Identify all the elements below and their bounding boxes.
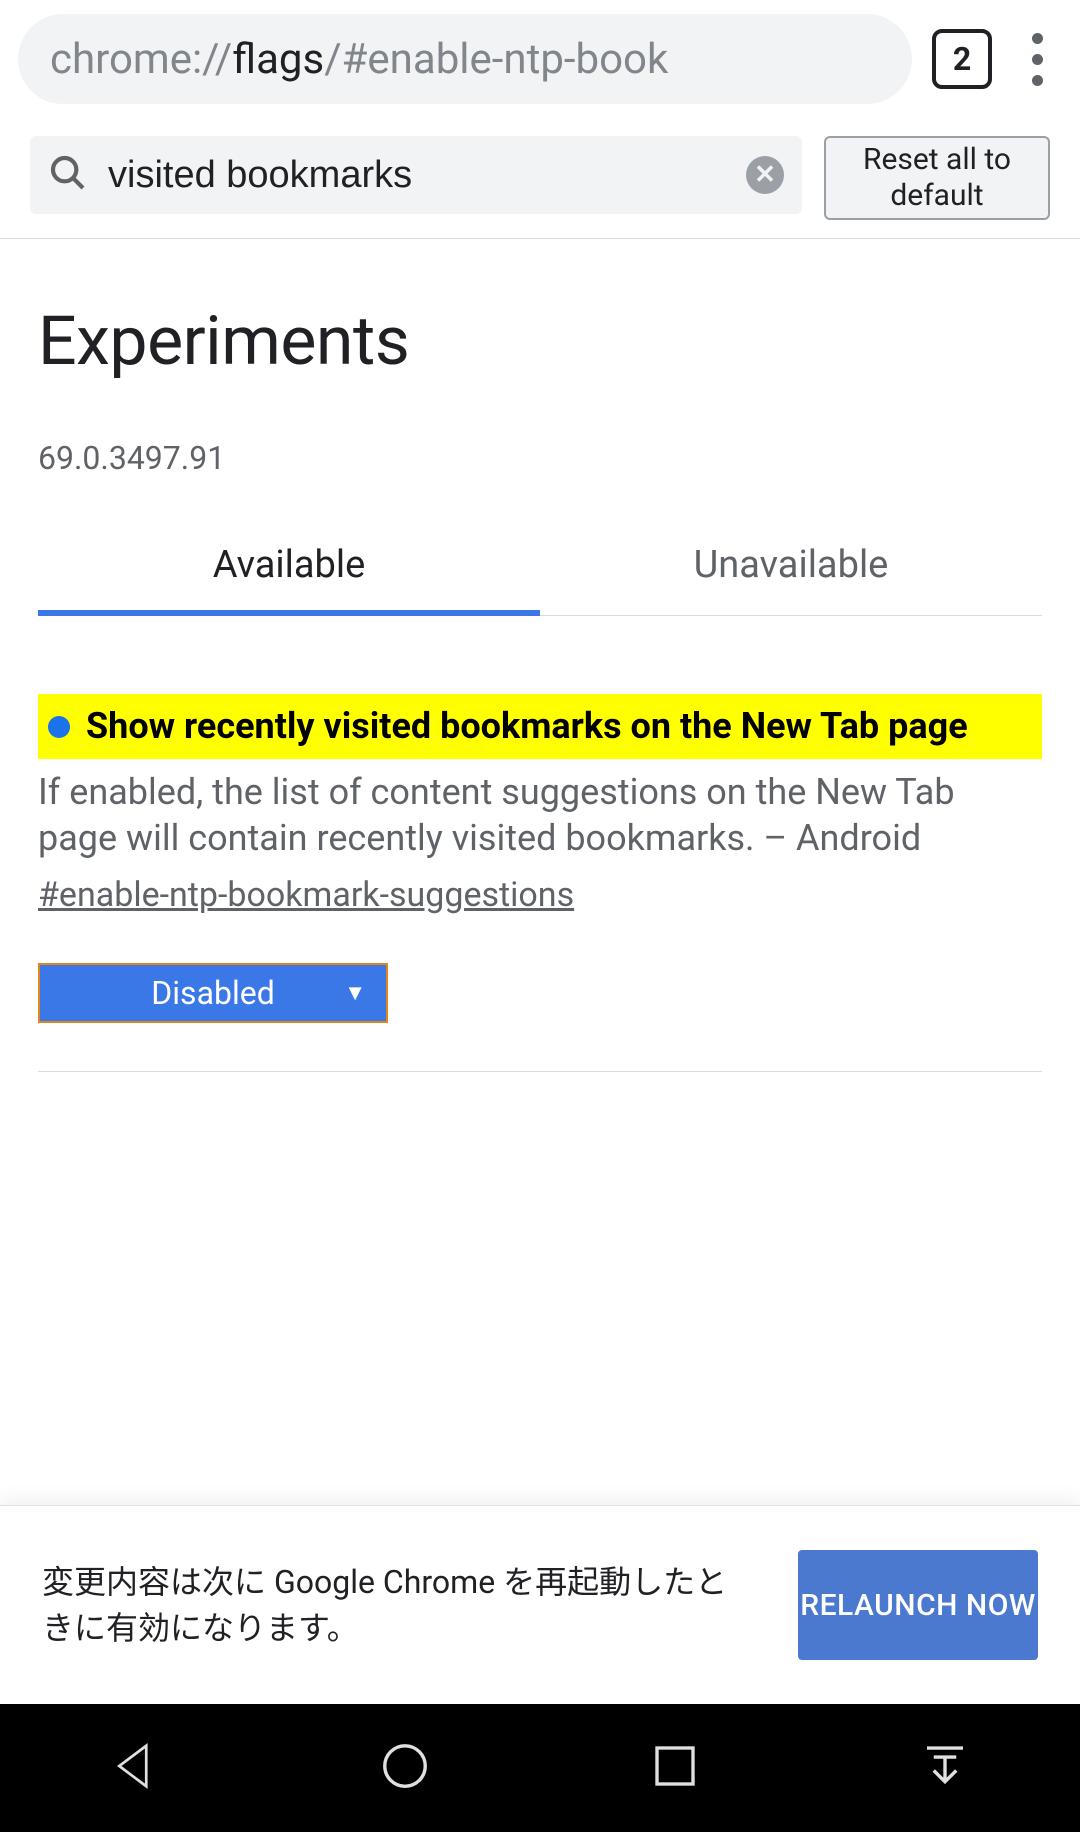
page-title: Experiments	[38, 301, 1042, 381]
version-label: 69.0.3497.91	[38, 439, 1042, 477]
relaunch-message: 変更内容は次に Google Chrome を再起動したときに有効になります。	[42, 1559, 758, 1652]
flag-item: Show recently visited bookmarks on the N…	[38, 694, 1042, 1072]
browser-top-bar: chrome://flags/#enable-ntp-book 2	[0, 0, 1080, 118]
flag-description: If enabled, the list of content suggesti…	[38, 769, 1042, 861]
relaunch-label: RELAUNCH NOW	[800, 1586, 1036, 1625]
nav-home-icon[interactable]	[378, 1739, 432, 1797]
search-icon	[48, 153, 88, 197]
nav-download-icon[interactable]	[918, 1739, 972, 1797]
flag-id-link[interactable]: #enable-ntp-bookmark-suggestions	[38, 875, 574, 915]
tab-count: 2	[953, 40, 971, 78]
flag-title-highlight: Show recently visited bookmarks on the N…	[38, 694, 1042, 759]
tab-switcher-button[interactable]: 2	[932, 29, 992, 89]
flag-state-select[interactable]: Disabled ▼	[38, 963, 388, 1023]
url-path: /#enable-ntp-book	[324, 35, 668, 84]
divider	[38, 1071, 1042, 1072]
search-box[interactable]: ✕	[30, 136, 802, 214]
tab-unavailable-label: Unavailable	[694, 543, 889, 587]
tab-available[interactable]: Available	[38, 521, 540, 615]
nav-recents-icon[interactable]	[648, 1739, 702, 1797]
dropdown-caret-icon: ▼	[344, 980, 366, 1006]
page-content: Experiments 69.0.3497.91 Available Unava…	[0, 239, 1080, 1072]
clear-search-icon[interactable]: ✕	[746, 156, 784, 194]
flag-title: Show recently visited bookmarks on the N…	[86, 704, 968, 749]
reset-all-label: Reset all to default	[836, 142, 1038, 214]
tab-available-label: Available	[213, 543, 366, 587]
overflow-menu-icon[interactable]	[1012, 29, 1062, 89]
relaunch-banner: 変更内容は次に Google Chrome を再起動したときに有効になります。 …	[0, 1505, 1080, 1704]
flag-modified-dot-icon	[48, 716, 70, 738]
tab-unavailable[interactable]: Unavailable	[540, 521, 1042, 615]
tabs-row: Available Unavailable	[38, 521, 1042, 616]
relaunch-button[interactable]: RELAUNCH NOW	[798, 1550, 1038, 1660]
nav-back-icon[interactable]	[108, 1739, 162, 1797]
search-input[interactable]	[108, 154, 726, 197]
flag-state-value: Disabled	[151, 974, 274, 1012]
url-host: flags	[232, 35, 324, 84]
url-protocol: chrome://	[50, 35, 232, 84]
flags-toolbar: ✕ Reset all to default	[0, 118, 1080, 239]
reset-all-button[interactable]: Reset all to default	[824, 136, 1050, 220]
android-nav-bar	[0, 1704, 1080, 1832]
url-bar[interactable]: chrome://flags/#enable-ntp-book	[18, 14, 912, 104]
